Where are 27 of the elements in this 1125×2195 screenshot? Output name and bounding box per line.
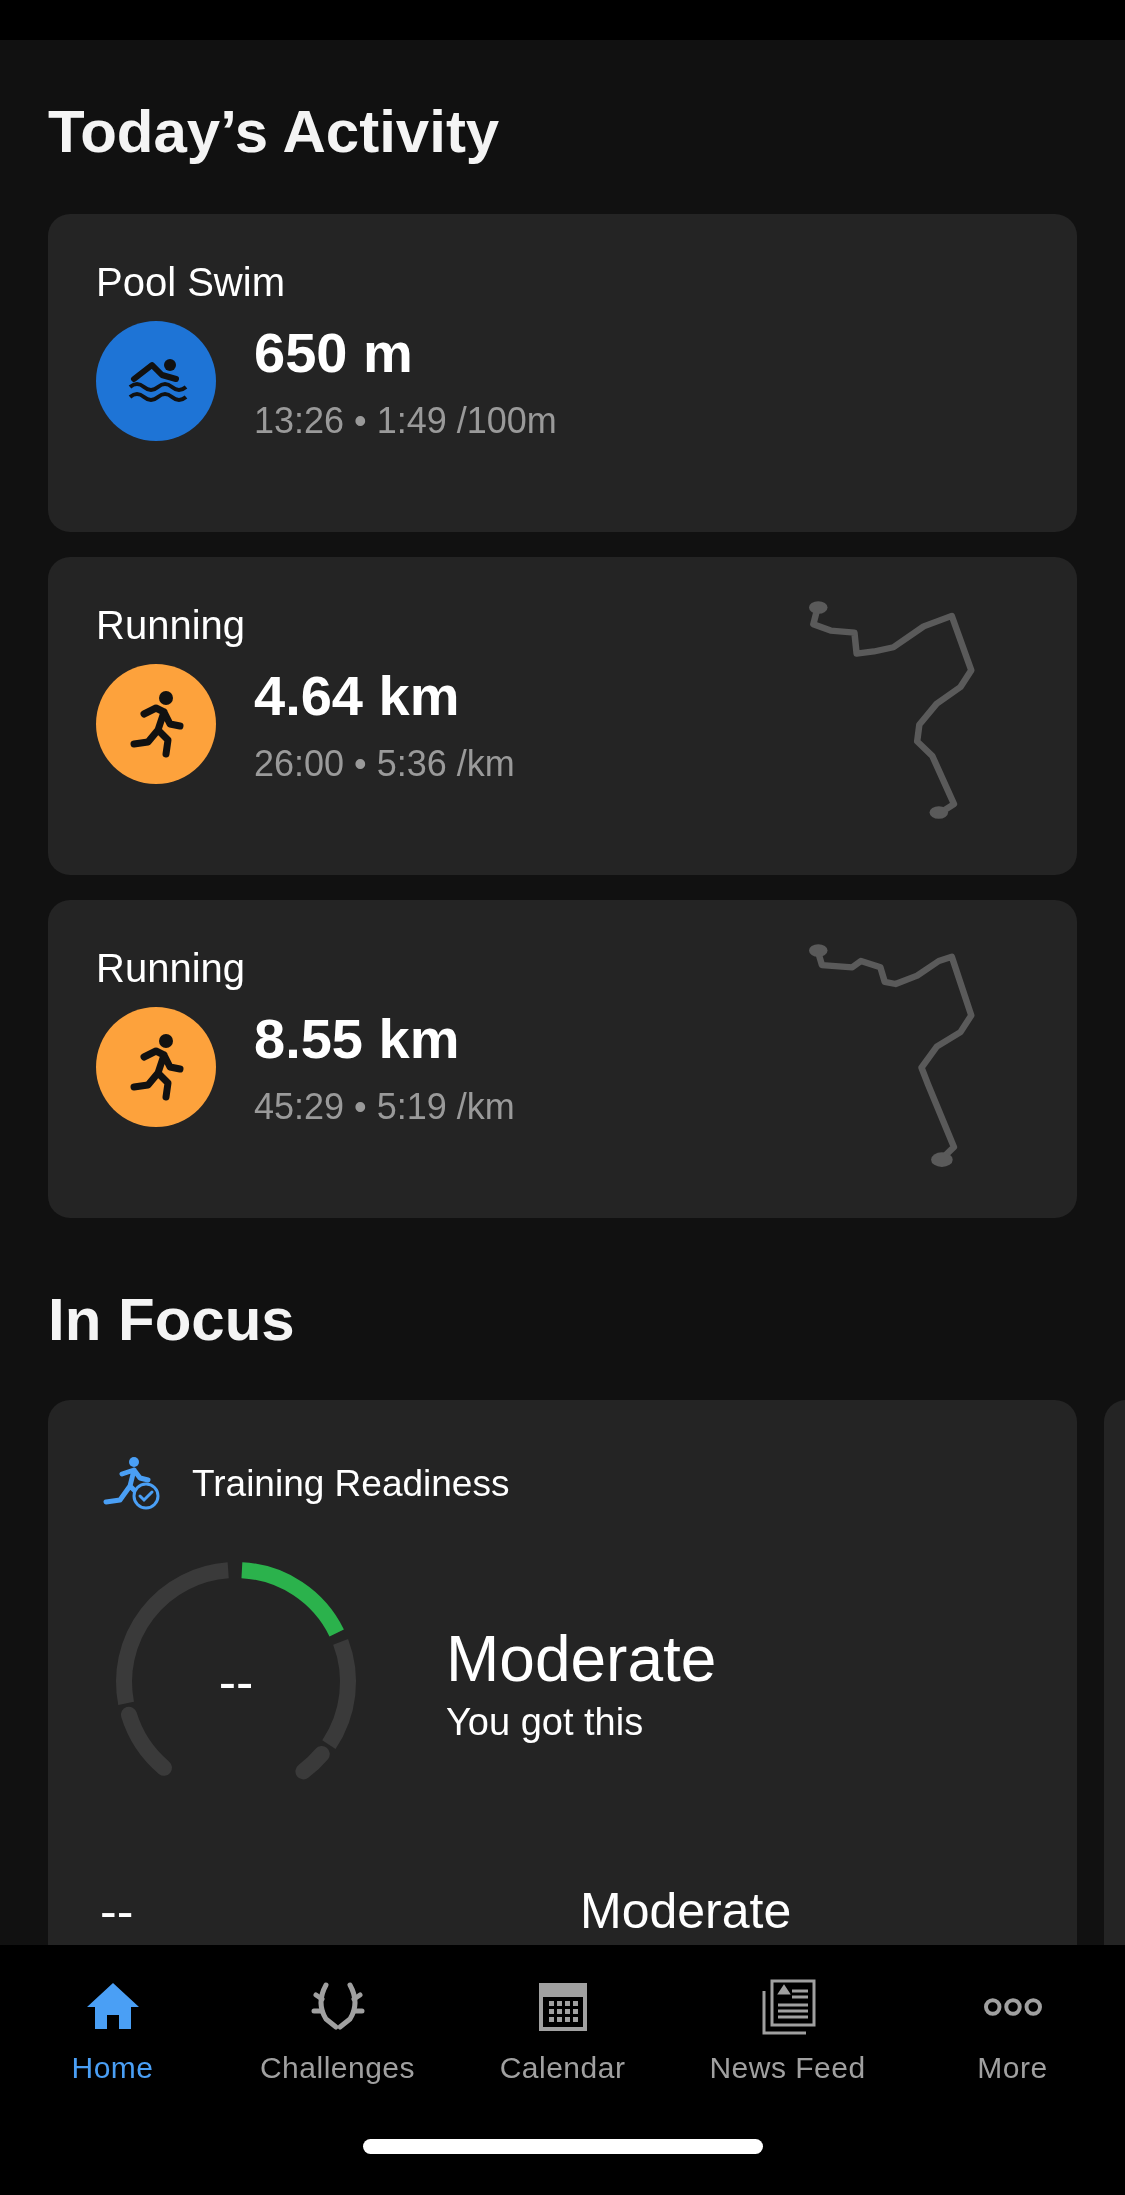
section-heading: Today’s Activity	[48, 97, 501, 167]
tab-bar-item[interactable]: Challenges	[225, 1977, 450, 2085]
activity-card[interactable]: Pool Swim 650 m 13:26 • 1:49 /100m	[48, 214, 1077, 532]
tab-bar-item[interactable]: Calendar	[450, 1977, 675, 2085]
activity-stats: 13:26 • 1:49 /100m	[254, 400, 557, 442]
activity-distance: 650 m	[254, 320, 414, 386]
readiness-message: You got this	[446, 1700, 645, 1744]
readiness-status: Moderate	[446, 1621, 717, 1697]
readiness-score: --	[218, 1652, 254, 1712]
activity-title: Running	[96, 602, 246, 649]
training-readiness-card[interactable]: Training Readiness -- Moderate You got this -- Moderate	[48, 1400, 1077, 1945]
tab-bar-item[interactable]: Home	[0, 1977, 225, 2085]
activity-stats: 26:00 • 5:36 /km	[254, 743, 515, 785]
more-icon	[982, 1998, 1043, 2016]
activity-distance: 4.64 km	[254, 663, 461, 729]
card-title: Training Readiness	[192, 1463, 510, 1505]
activity-distance: 8.55 km	[254, 1006, 461, 1072]
tab-bar-item[interactable]: News Feed	[675, 1977, 900, 2085]
metric-status: Moderate	[580, 1882, 792, 1940]
activity-stats: 45:29 • 5:19 /km	[254, 1086, 515, 1128]
activity-card[interactable]: Running 8.55 km 45:29 • 5:19 /km	[48, 900, 1077, 1218]
tab-bar-item[interactable]: More	[900, 1977, 1125, 2085]
activity-title: Pool Swim	[96, 259, 286, 306]
activity-title: Running	[96, 945, 246, 992]
section-heading: In Focus	[48, 1285, 296, 1355]
activity-card[interactable]: Running 4.64 km 26:00 • 5:36 /km	[48, 557, 1077, 875]
metric-value: --	[100, 1882, 135, 1940]
